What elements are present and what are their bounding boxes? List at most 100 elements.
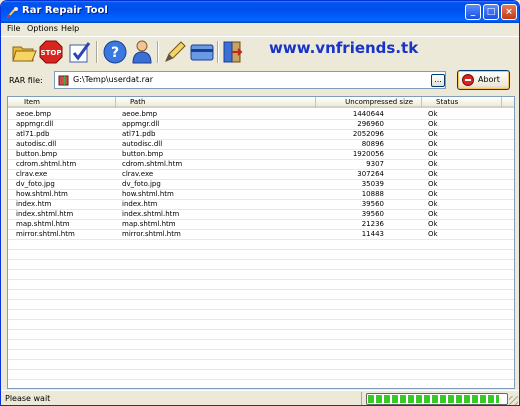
table-row[interactable]: clrav.exe clrav.exe 307264 Ok: [8, 170, 514, 180]
empty-row: [8, 340, 514, 350]
table-row[interactable]: atl71.pdb atl71.pdb 2052096 Ok: [8, 130, 514, 140]
cell-size: 39560: [361, 200, 384, 208]
app-window: Rar Repair Tool _ □ × File Options Help …: [0, 0, 520, 406]
list-body: aeoe.bmp aeoe.bmp 1440644 Ok appmgr.dll appmg…: [8, 110, 514, 380]
table-row[interactable]: dv_foto.jpg dv_foto.jpg 35039 Ok: [8, 180, 514, 190]
rar-file-icon: [58, 75, 69, 86]
menu-bar: File Options Help: [1, 23, 519, 36]
cell-size: 9307: [366, 160, 384, 168]
cell-item: how.shtml.htm: [16, 190, 68, 198]
rar-file-label: RAR file:: [9, 76, 43, 85]
table-row[interactable]: button.bmp button.bmp 1920056 Ok: [8, 150, 514, 160]
close-button[interactable]: ×: [501, 4, 517, 20]
cell-status: Ok: [428, 180, 438, 188]
column-path[interactable]: Path: [116, 97, 316, 108]
menu-options[interactable]: Options: [27, 24, 58, 33]
cell-size: 2052096: [352, 130, 384, 138]
cell-item: clrav.exe: [16, 170, 48, 178]
cell-path: dv_foto.jpg: [122, 180, 161, 188]
empty-row: [8, 280, 514, 290]
table-row[interactable]: map.shtml.htm map.shtml.htm 21236 Ok: [8, 220, 514, 230]
abort-button[interactable]: Abort: [457, 70, 510, 90]
check-icon[interactable]: [67, 39, 93, 65]
rar-file-field[interactable]: G:\Temp\userdat.rar: [54, 71, 446, 89]
table-row[interactable]: aeoe.bmp aeoe.bmp 1440644 Ok: [8, 110, 514, 120]
empty-row: [8, 320, 514, 330]
menu-file[interactable]: File: [7, 24, 20, 33]
progress-bar: [366, 393, 508, 405]
progress-pane: [361, 392, 517, 405]
abort-label: Abort: [478, 75, 500, 84]
abort-icon: [462, 74, 474, 86]
edit-icon[interactable]: [162, 39, 188, 65]
table-row[interactable]: index.shtml.htm index.shtml.htm 39560 Ok: [8, 210, 514, 220]
empty-row: [8, 300, 514, 310]
cell-path: cdrom.shtml.htm: [122, 160, 183, 168]
column-item[interactable]: Item: [8, 97, 116, 108]
cell-status: Ok: [428, 110, 438, 118]
cell-status: Ok: [428, 140, 438, 148]
table-row[interactable]: index.htm index.htm 39560 Ok: [8, 200, 514, 210]
cell-status: Ok: [428, 230, 438, 238]
app-icon: [6, 7, 18, 19]
cell-path: aeoe.bmp: [122, 110, 158, 118]
resize-grip[interactable]: [509, 396, 518, 405]
minimize-button[interactable]: _: [465, 4, 481, 20]
empty-row: [8, 360, 514, 370]
cell-item: aeoe.bmp: [16, 110, 52, 118]
cell-status: Ok: [428, 210, 438, 218]
cell-size: 296960: [357, 120, 384, 128]
empty-row: [8, 330, 514, 340]
empty-row: [8, 270, 514, 280]
table-row[interactable]: mirror.shtml.htm mirror.shtml.htm 11443 Ok: [8, 230, 514, 240]
table-row[interactable]: cdrom.shtml.htm cdrom.shtml.htm 9307 Ok: [8, 160, 514, 170]
cell-path: autodisc.dll: [122, 140, 163, 148]
cell-status: Ok: [428, 220, 438, 228]
empty-row: [8, 240, 514, 250]
toolbar-separator: [96, 41, 98, 63]
cell-size: 11443: [361, 230, 384, 238]
cell-size: 21236: [361, 220, 384, 228]
list-header: Item Path Uncompressed size Status: [8, 97, 514, 108]
maximize-button[interactable]: □: [483, 4, 499, 20]
brand-url: www.vnfriends.tk: [269, 39, 419, 57]
cell-item: index.shtml.htm: [16, 210, 74, 218]
cell-path: appmgr.dll: [122, 120, 160, 128]
menu-help[interactable]: Help: [61, 24, 79, 33]
stop-icon[interactable]: STOP: [38, 39, 64, 65]
cell-item: autodisc.dll: [16, 140, 57, 148]
empty-row: [8, 310, 514, 320]
help-icon[interactable]: ?: [102, 39, 128, 65]
cell-size: 1440644: [352, 110, 384, 118]
user-icon[interactable]: [129, 39, 155, 65]
table-row[interactable]: autodisc.dll autodisc.dll 80896 Ok: [8, 140, 514, 150]
exit-icon[interactable]: [221, 39, 247, 65]
table-row[interactable]: appmgr.dll appmgr.dll 296960 Ok: [8, 120, 514, 130]
cell-status: Ok: [428, 150, 438, 158]
cell-status: Ok: [428, 160, 438, 168]
cell-path: index.htm: [122, 200, 158, 208]
cell-path: clrav.exe: [122, 170, 154, 178]
cell-path: map.shtml.htm: [122, 220, 176, 228]
cell-item: index.htm: [16, 200, 52, 208]
open-folder-icon[interactable]: [11, 39, 37, 65]
empty-row: [8, 290, 514, 300]
cell-size: 39560: [361, 210, 384, 218]
svg-text:STOP: STOP: [41, 49, 62, 57]
column-uncompressed-size[interactable]: Uncompressed size: [316, 97, 422, 108]
toolbar-separator: [157, 41, 159, 63]
cell-path: mirror.shtml.htm: [122, 230, 181, 238]
cell-path: button.bmp: [122, 150, 164, 158]
browse-button[interactable]: ...: [431, 74, 445, 87]
toolbar-separator: [217, 41, 219, 63]
title-bar[interactable]: Rar Repair Tool _ □ ×: [1, 1, 519, 23]
table-row[interactable]: how.shtml.htm how.shtml.htm 10888 Ok: [8, 190, 514, 200]
cell-size: 80896: [361, 140, 384, 148]
cell-item: atl71.pdb: [16, 130, 50, 138]
empty-row: [8, 260, 514, 270]
cell-item: appmgr.dll: [16, 120, 54, 128]
cell-path: index.shtml.htm: [122, 210, 180, 218]
file-list[interactable]: Item Path Uncompressed size Status aeoe.…: [7, 96, 515, 389]
card-icon[interactable]: [189, 39, 215, 65]
column-status[interactable]: Status: [422, 97, 502, 108]
